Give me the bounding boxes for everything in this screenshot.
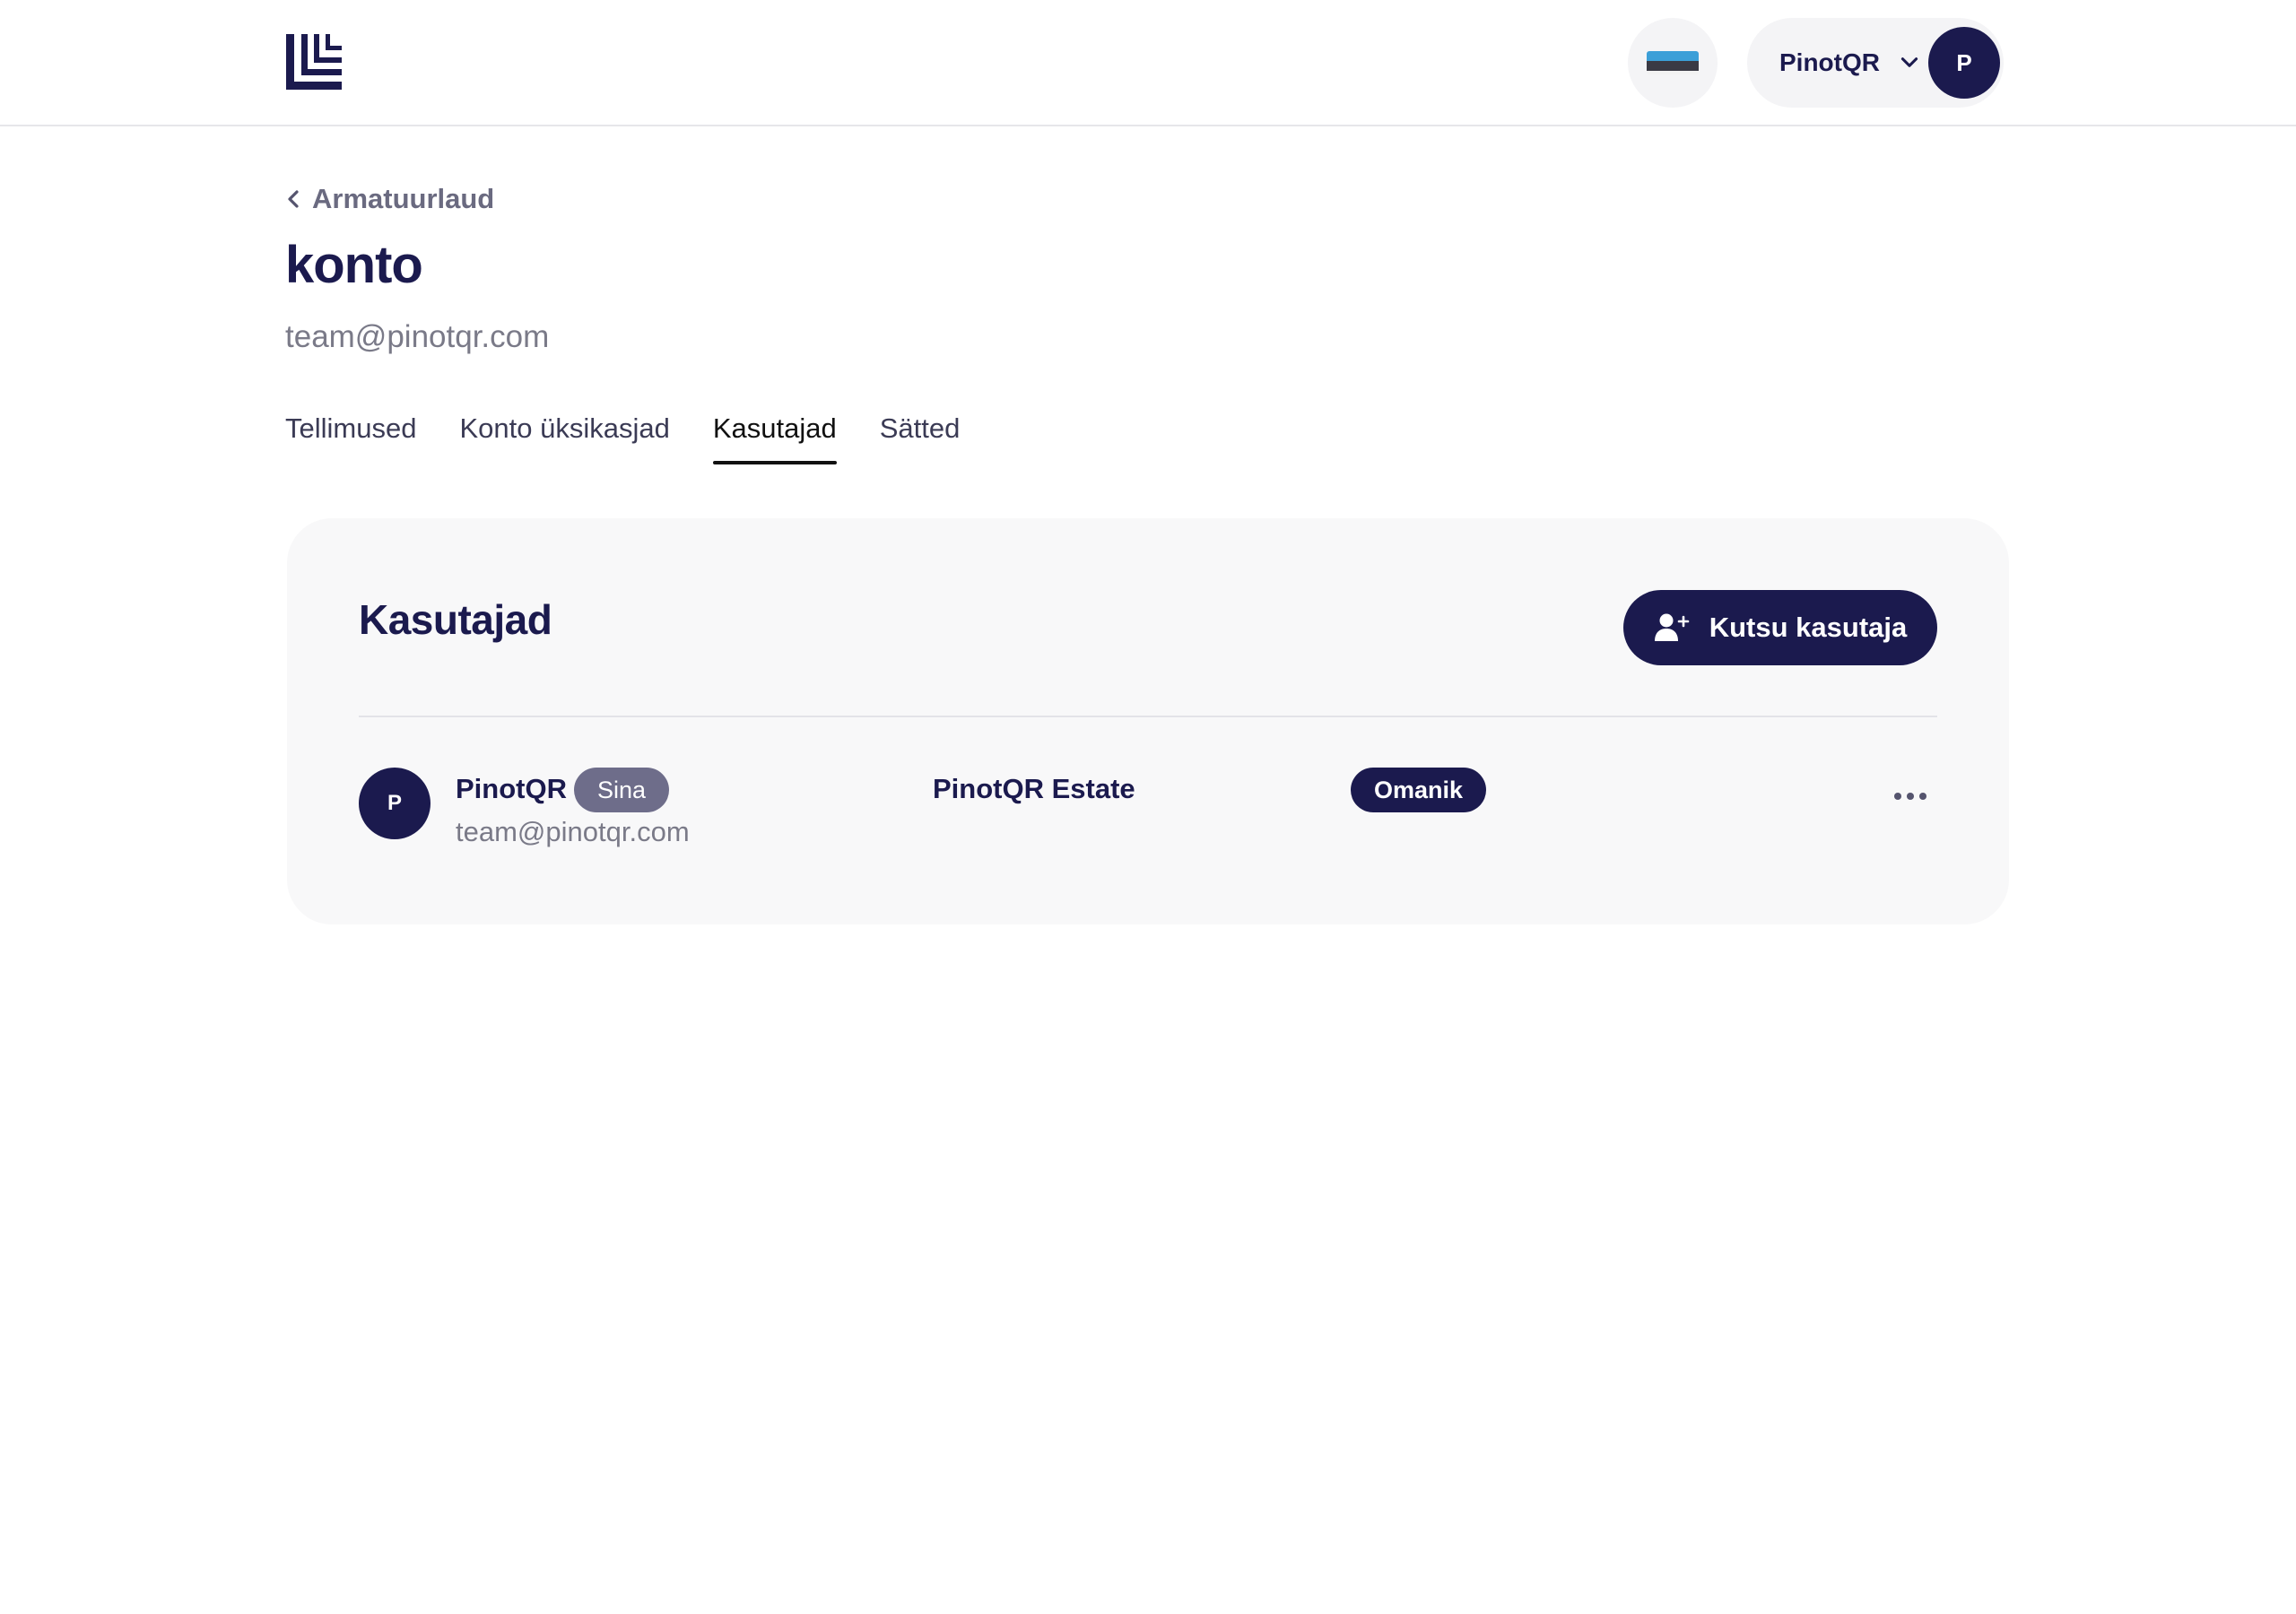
divider xyxy=(359,716,1937,717)
avatar: P xyxy=(1928,27,2000,99)
chevron-down-icon xyxy=(1900,57,1918,67)
chevron-left-icon xyxy=(288,190,299,208)
language-selector-button[interactable] xyxy=(1628,18,1718,108)
account-email: team@pinotqr.com xyxy=(285,319,550,354)
estonian-flag-icon xyxy=(1647,51,1699,74)
user-organization: PinotQR Estate xyxy=(933,773,1135,804)
back-link-label: Armatuurlaud xyxy=(312,183,495,214)
role-badge: Omanik xyxy=(1351,768,1487,812)
user-name: PinotQR xyxy=(456,773,567,804)
page-title: konto xyxy=(285,236,423,294)
user-menu-button[interactable]: PinotQR P xyxy=(1747,18,2004,108)
users-card: Kasutajad Kutsu kasutaja P PinotQR Sina … xyxy=(287,518,2009,924)
tab-account-details[interactable]: Konto üksikasjad xyxy=(459,412,669,464)
more-options-icon[interactable] xyxy=(1889,778,1932,814)
user-menu-name: PinotQR xyxy=(1779,48,1880,76)
table-row: P PinotQR Sina team@pinotqr.com PinotQR … xyxy=(359,768,1937,857)
user-email: team@pinotqr.com xyxy=(456,816,690,847)
users-card-title: Kasutajad xyxy=(359,596,552,643)
top-header: PinotQR P xyxy=(0,0,2296,126)
tab-settings[interactable]: Sätted xyxy=(880,412,961,464)
back-link[interactable]: Armatuurlaud xyxy=(285,183,494,215)
you-badge: Sina xyxy=(574,768,670,812)
user-plus-icon xyxy=(1654,613,1690,641)
tab-users[interactable]: Kasutajad xyxy=(712,412,837,464)
account-tabs: Tellimused Konto üksikasjad Kasutajad Sä… xyxy=(285,412,1003,464)
invite-user-button[interactable]: Kutsu kasutaja xyxy=(1623,590,1937,665)
avatar: P xyxy=(359,768,430,839)
brand-logo-icon[interactable] xyxy=(286,34,342,90)
tab-orders[interactable]: Tellimused xyxy=(285,412,416,464)
invite-user-label: Kutsu kasutaja xyxy=(1709,612,1908,643)
